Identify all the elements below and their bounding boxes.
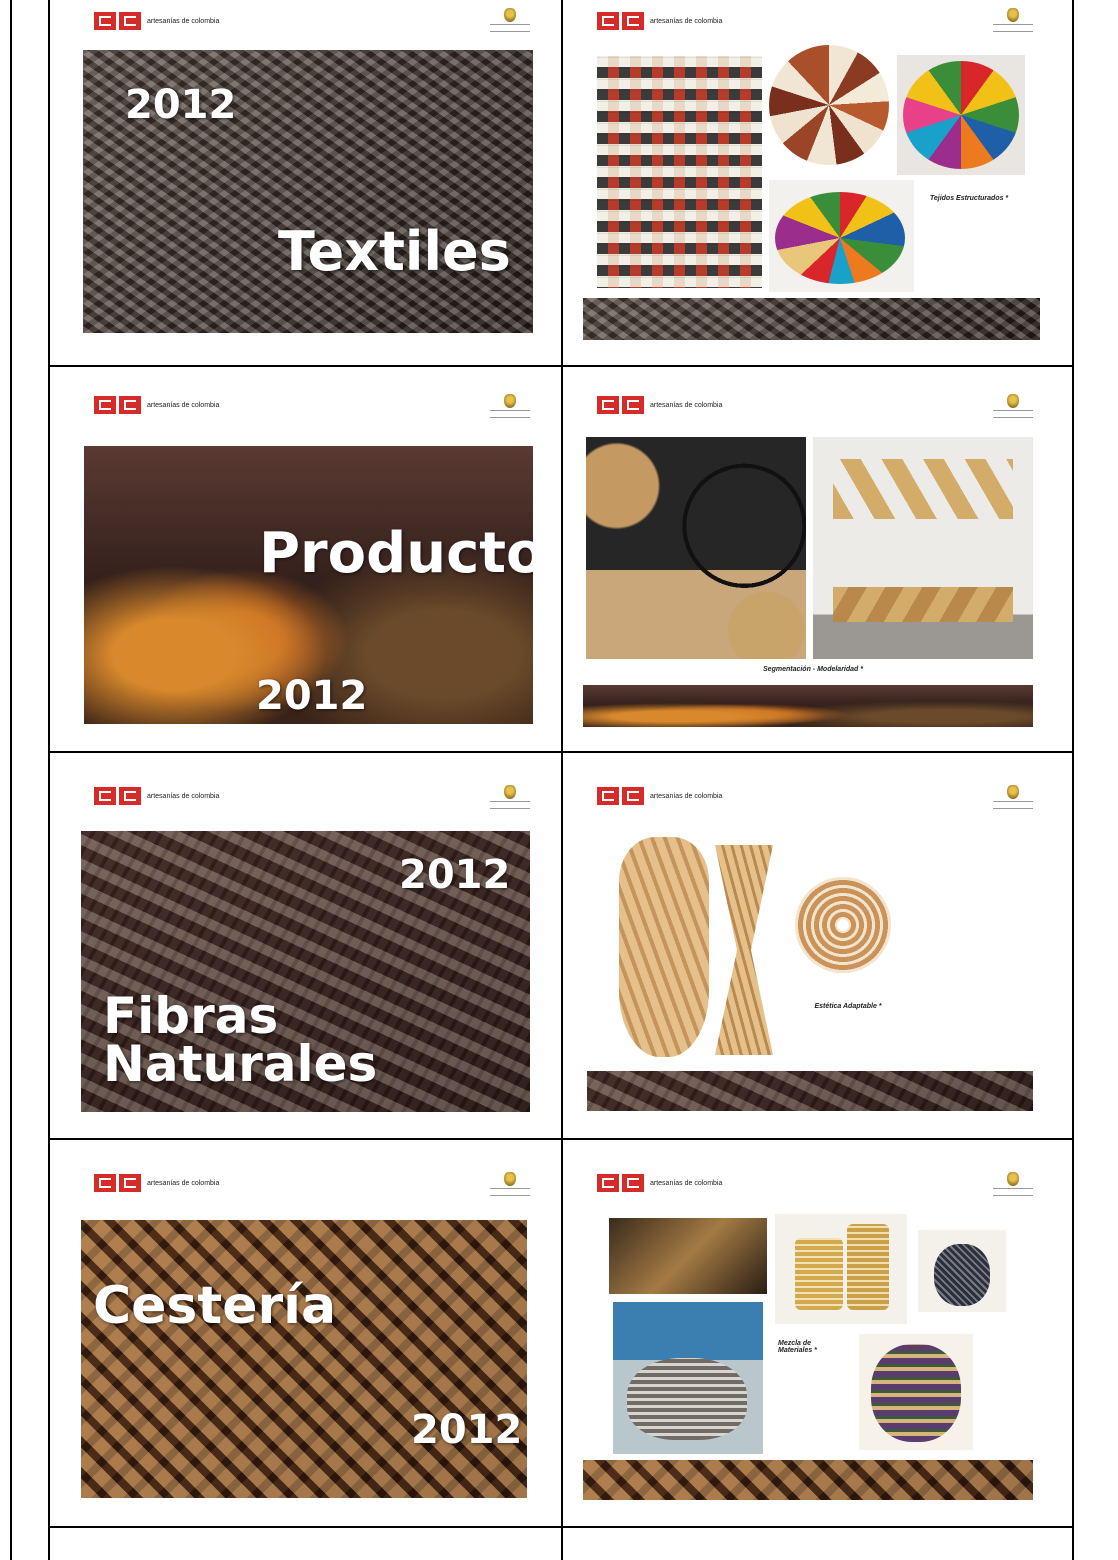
product-strip-photo xyxy=(583,685,1033,727)
slide-mezcla-materiales: artesanías de colombia Mezcla de Materia… xyxy=(583,1152,1043,1507)
ministry-seal-icon xyxy=(993,1172,1033,1196)
basketry-photo: Cestería 2012 xyxy=(81,1220,527,1498)
logo-text: artesanías de colombia xyxy=(650,401,723,409)
slide-estetica-adaptable: artesanías de colombia Estética Adaptabl… xyxy=(583,765,1043,1120)
slide-title-line2: Naturales xyxy=(103,1035,378,1093)
logo-text: artesanías de colombia xyxy=(147,792,220,800)
slide-year: 2012 xyxy=(256,673,368,719)
artesanias-logo: artesanías de colombia xyxy=(94,787,219,805)
artesanias-logo: artesanías de colombia xyxy=(597,1174,722,1192)
artesanias-logo: artesanías de colombia xyxy=(597,12,722,30)
logo-text: artesanías de colombia xyxy=(650,792,723,800)
slide-producto: artesanías de colombia Producto 2012 xyxy=(80,380,540,730)
colorful-pouf-photo xyxy=(897,55,1025,175)
baskets-set-photo xyxy=(775,1214,907,1324)
ministry-seal-icon xyxy=(993,8,1033,32)
logo-text: artesanías de colombia xyxy=(147,17,220,25)
slide-title: Textiles xyxy=(278,220,511,283)
ministry-seal-icon xyxy=(490,1172,530,1196)
woven-lamp-photo xyxy=(918,1230,1006,1312)
table-row-divider xyxy=(48,365,1074,367)
twisted-vase-photo xyxy=(619,837,709,1057)
logo-mark-icon xyxy=(597,787,644,805)
rainbow-pouf-photo xyxy=(769,180,914,292)
logo-mark-icon xyxy=(94,1174,141,1192)
checker-chair-photo xyxy=(597,56,762,288)
logo-text: artesanías de colombia xyxy=(650,1179,723,1187)
table-row-divider xyxy=(48,1526,1074,1528)
basket-strip-photo xyxy=(583,1460,1033,1500)
page-left-rule xyxy=(10,0,12,1560)
ministry-seal-icon xyxy=(993,394,1033,418)
artesanias-logo: artesanías de colombia xyxy=(597,787,722,805)
slide-caption: Mezcla de Materiales * xyxy=(778,1340,817,1354)
round-lamp-photo xyxy=(795,877,891,973)
slide-tejidos-estructurados: artesanías de colombia Tejidos Estructur… xyxy=(583,0,1043,345)
artesanias-logo: artesanías de colombia xyxy=(94,1174,219,1192)
slide-year: 2012 xyxy=(125,82,237,128)
table-row-divider xyxy=(48,1138,1074,1140)
logo-text: artesanías de colombia xyxy=(147,1179,220,1187)
artesanias-logo: artesanías de colombia xyxy=(94,396,219,414)
geodesic-lamps-photo xyxy=(586,437,806,659)
slide-segmentacion: artesanías de colombia Segmentación - Mo… xyxy=(583,380,1043,730)
twisted-lamp-photo xyxy=(715,845,773,1055)
logo-mark-icon xyxy=(94,787,141,805)
artesanias-logo: artesanías de colombia xyxy=(597,396,722,414)
slide-title-line1: Fibras xyxy=(103,987,279,1045)
table-row-divider xyxy=(48,751,1074,753)
artesanias-logo: artesanías de colombia xyxy=(94,12,219,30)
natural-fibers-photo: 2012 Fibras Naturales xyxy=(81,831,530,1112)
slide-caption: Segmentación - Modelaridad * xyxy=(763,666,863,673)
slide-caption: Tejidos Estructurados * xyxy=(929,195,1009,202)
slide-fibras-naturales: artesanías de colombia 2012 Fibras Natur… xyxy=(80,765,540,1120)
fiber-strip-photo xyxy=(587,1071,1033,1111)
slide-caption: Estética Adaptable * xyxy=(814,1003,882,1010)
logo-mark-icon xyxy=(94,396,141,414)
slide-title: Producto xyxy=(259,521,533,586)
logo-text: artesanías de colombia xyxy=(650,17,723,25)
table-column-divider xyxy=(561,0,563,1560)
slide-year: 2012 xyxy=(411,1407,523,1453)
logo-mark-icon xyxy=(597,1174,644,1192)
woven-textile-photo: 2012 Textiles xyxy=(83,50,533,333)
vases-photo: Producto 2012 xyxy=(84,446,533,724)
ministry-seal-icon xyxy=(490,394,530,418)
striped-pouf-photo xyxy=(769,45,889,165)
slide-year: 2012 xyxy=(399,852,511,898)
textile-strip-photo xyxy=(583,298,1040,340)
triangle-shelves-photo xyxy=(813,437,1033,659)
logo-mark-icon xyxy=(597,396,644,414)
logo-mark-icon xyxy=(597,12,644,30)
ministry-seal-icon xyxy=(993,785,1033,809)
logo-mark-icon xyxy=(94,12,141,30)
lidded-basket-photo xyxy=(613,1302,763,1454)
ministry-seal-icon xyxy=(490,8,530,32)
striped-vase-basket-photo xyxy=(859,1334,973,1450)
ministry-seal-icon xyxy=(490,785,530,809)
slide-textiles: artesanías de colombia 2012 Textiles xyxy=(80,0,540,340)
slide-title: Cestería xyxy=(93,1276,337,1336)
bottle-basket-photo xyxy=(609,1218,767,1294)
logo-text: artesanías de colombia xyxy=(147,401,220,409)
slide-cesteria: artesanías de colombia Cestería 2012 xyxy=(80,1152,540,1507)
